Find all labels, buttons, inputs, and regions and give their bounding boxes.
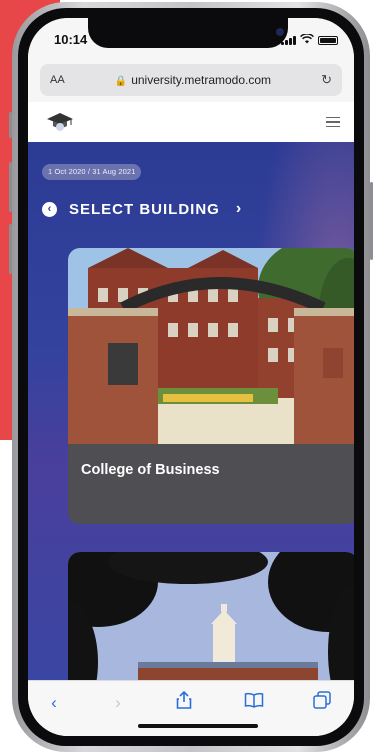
- reload-icon[interactable]: ↻: [321, 72, 332, 88]
- volume-up-button: [9, 162, 12, 212]
- building-navigation: ‹ SELECT BUILDING ›: [42, 198, 340, 220]
- share-icon[interactable]: [172, 690, 196, 715]
- phone-frame: 10:14 AA 🔒 university.metramodo.com ↻ 1 …: [9, 2, 373, 752]
- next-building-icon[interactable]: ›: [236, 200, 241, 218]
- building-photo: [68, 248, 354, 444]
- back-icon[interactable]: ‹: [42, 691, 66, 715]
- wifi-icon: [300, 33, 314, 46]
- phone-screen: 10:14 AA 🔒 university.metramodo.com ↻ 1 …: [28, 18, 354, 736]
- url-field[interactable]: 🔒 university.metramodo.com: [65, 73, 321, 87]
- lock-icon: 🔒: [114, 76, 128, 87]
- battery-icon: [318, 35, 338, 45]
- status-bar: 10:14: [28, 18, 354, 64]
- signal-icon: [281, 35, 296, 45]
- text-size-button[interactable]: AA: [50, 74, 65, 86]
- mute-switch: [9, 112, 12, 138]
- building-card[interactable]: [68, 552, 354, 680]
- forward-icon[interactable]: ›: [106, 691, 130, 715]
- tabs-icon[interactable]: [310, 691, 334, 715]
- home-indicator[interactable]: [138, 724, 258, 728]
- url-text: university.metramodo.com: [131, 73, 272, 87]
- phone-bezel: 10:14 AA 🔒 university.metramodo.com ↻ 1 …: [18, 8, 364, 746]
- notch: [88, 18, 288, 48]
- status-icons: [281, 33, 338, 46]
- graduation-cap-logo-icon[interactable]: [46, 111, 74, 133]
- status-time: 10:14: [54, 32, 88, 47]
- section-title: SELECT BUILDING: [69, 200, 220, 218]
- previous-building-icon[interactable]: ‹: [42, 201, 57, 217]
- building-name: College of Business: [81, 462, 220, 478]
- building-card[interactable]: College of Business: [68, 248, 354, 524]
- site-header: [28, 102, 354, 142]
- bookmarks-icon[interactable]: [242, 691, 266, 715]
- building-photo: [68, 552, 354, 680]
- address-bar[interactable]: AA 🔒 university.metramodo.com ↻: [40, 64, 342, 96]
- browser-toolbar: ‹ ›: [28, 680, 354, 736]
- page-content: 1 Oct 2020 / 31 Aug 2021 ‹ SELECT BUILDI…: [28, 142, 354, 680]
- volume-down-button: [9, 224, 12, 274]
- menu-icon[interactable]: [326, 116, 340, 128]
- date-range-badge: 1 Oct 2020 / 31 Aug 2021: [42, 164, 142, 180]
